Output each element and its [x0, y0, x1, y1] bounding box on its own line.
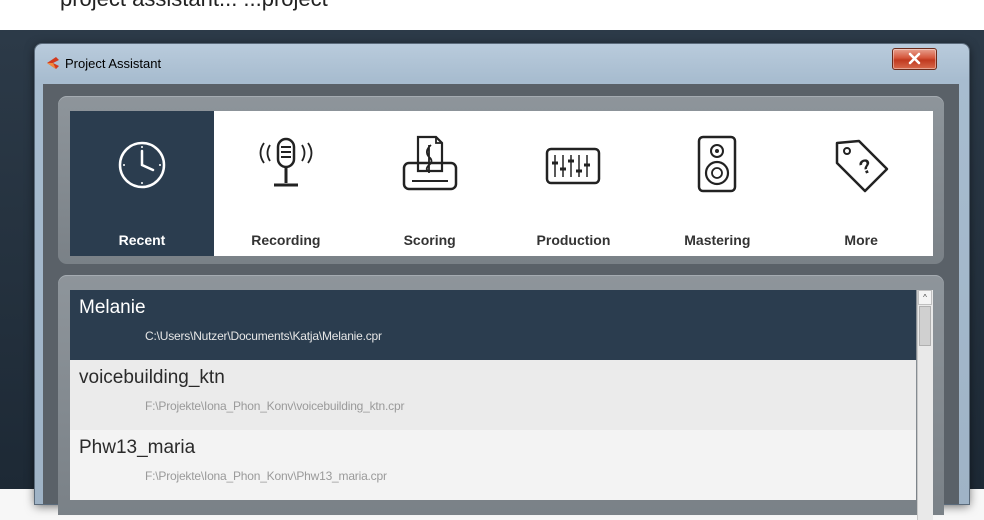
- scroll-thumb[interactable]: [919, 306, 931, 346]
- dialog-content: Recent Recording Scoring Production Mast…: [43, 84, 959, 520]
- score-printer-icon: [402, 135, 457, 191]
- tab-recent[interactable]: Recent: [70, 111, 214, 256]
- list-item[interactable]: Phw13_maria F:\Projekte\Iona_Phon_Konv\P…: [70, 430, 916, 500]
- close-icon: [908, 52, 921, 65]
- scroll-up-button[interactable]: ^: [918, 290, 932, 305]
- tab-label: More: [844, 232, 878, 248]
- tag-question-icon: ?: [835, 139, 889, 193]
- tab-scoring[interactable]: Scoring: [358, 111, 502, 256]
- tab-label: Recording: [251, 232, 321, 248]
- project-name: Phw13_maria: [79, 437, 196, 458]
- tab-label: Scoring: [403, 232, 456, 248]
- recent-projects-list: Melanie C:\Users\Nutzer\Documents\Katja\…: [70, 290, 916, 520]
- title-bar[interactable]: Project Assistant: [35, 44, 969, 84]
- tab-recording[interactable]: Recording: [214, 111, 358, 256]
- project-name: Melanie: [79, 297, 146, 318]
- microphone-icon: [259, 137, 313, 187]
- project-path: F:\Projekte\Iona_Phon_Konv\Phw13_maria.c…: [145, 469, 387, 483]
- speaker-icon: [698, 135, 737, 193]
- background-strip: project assistant... ...project: [0, 0, 984, 30]
- tab-more[interactable]: ? More: [789, 111, 933, 256]
- list-item[interactable]: Melanie C:\Users\Nutzer\Documents\Katja\…: [70, 290, 916, 360]
- mixer-faders-icon: [546, 147, 601, 185]
- category-panel: Recent Recording Scoring Production Mast…: [58, 96, 944, 264]
- project-name: voicebuilding_ktn: [79, 367, 225, 388]
- close-button[interactable]: [892, 48, 937, 70]
- tab-label: Recent: [118, 232, 166, 248]
- background-caption: project assistant... ...project: [60, 0, 328, 12]
- recent-projects-panel: Melanie C:\Users\Nutzer\Documents\Katja\…: [58, 275, 944, 520]
- tab-production[interactable]: Production: [501, 111, 645, 256]
- category-tabs: Recent Recording Scoring Production Mast…: [70, 111, 933, 256]
- list-item[interactable]: voicebuilding_ktn F:\Projekte\Iona_Phon_…: [70, 360, 916, 430]
- project-path: F:\Projekte\Iona_Phon_Konv\voicebuilding…: [145, 399, 405, 413]
- project-assistant-window: Project Assistant Recent Recording Scori…: [35, 44, 969, 520]
- clock-icon: [118, 141, 166, 189]
- vertical-scrollbar[interactable]: ^: [917, 290, 933, 520]
- tab-mastering[interactable]: Mastering: [645, 111, 789, 256]
- tab-label: Production: [536, 232, 611, 248]
- cubase-logo-icon: [47, 57, 59, 69]
- svg-text:?: ?: [856, 155, 875, 180]
- tab-label: Mastering: [684, 232, 751, 248]
- window-title: Project Assistant: [65, 56, 162, 71]
- project-path: C:\Users\Nutzer\Documents\Katja\Melanie.…: [145, 329, 382, 343]
